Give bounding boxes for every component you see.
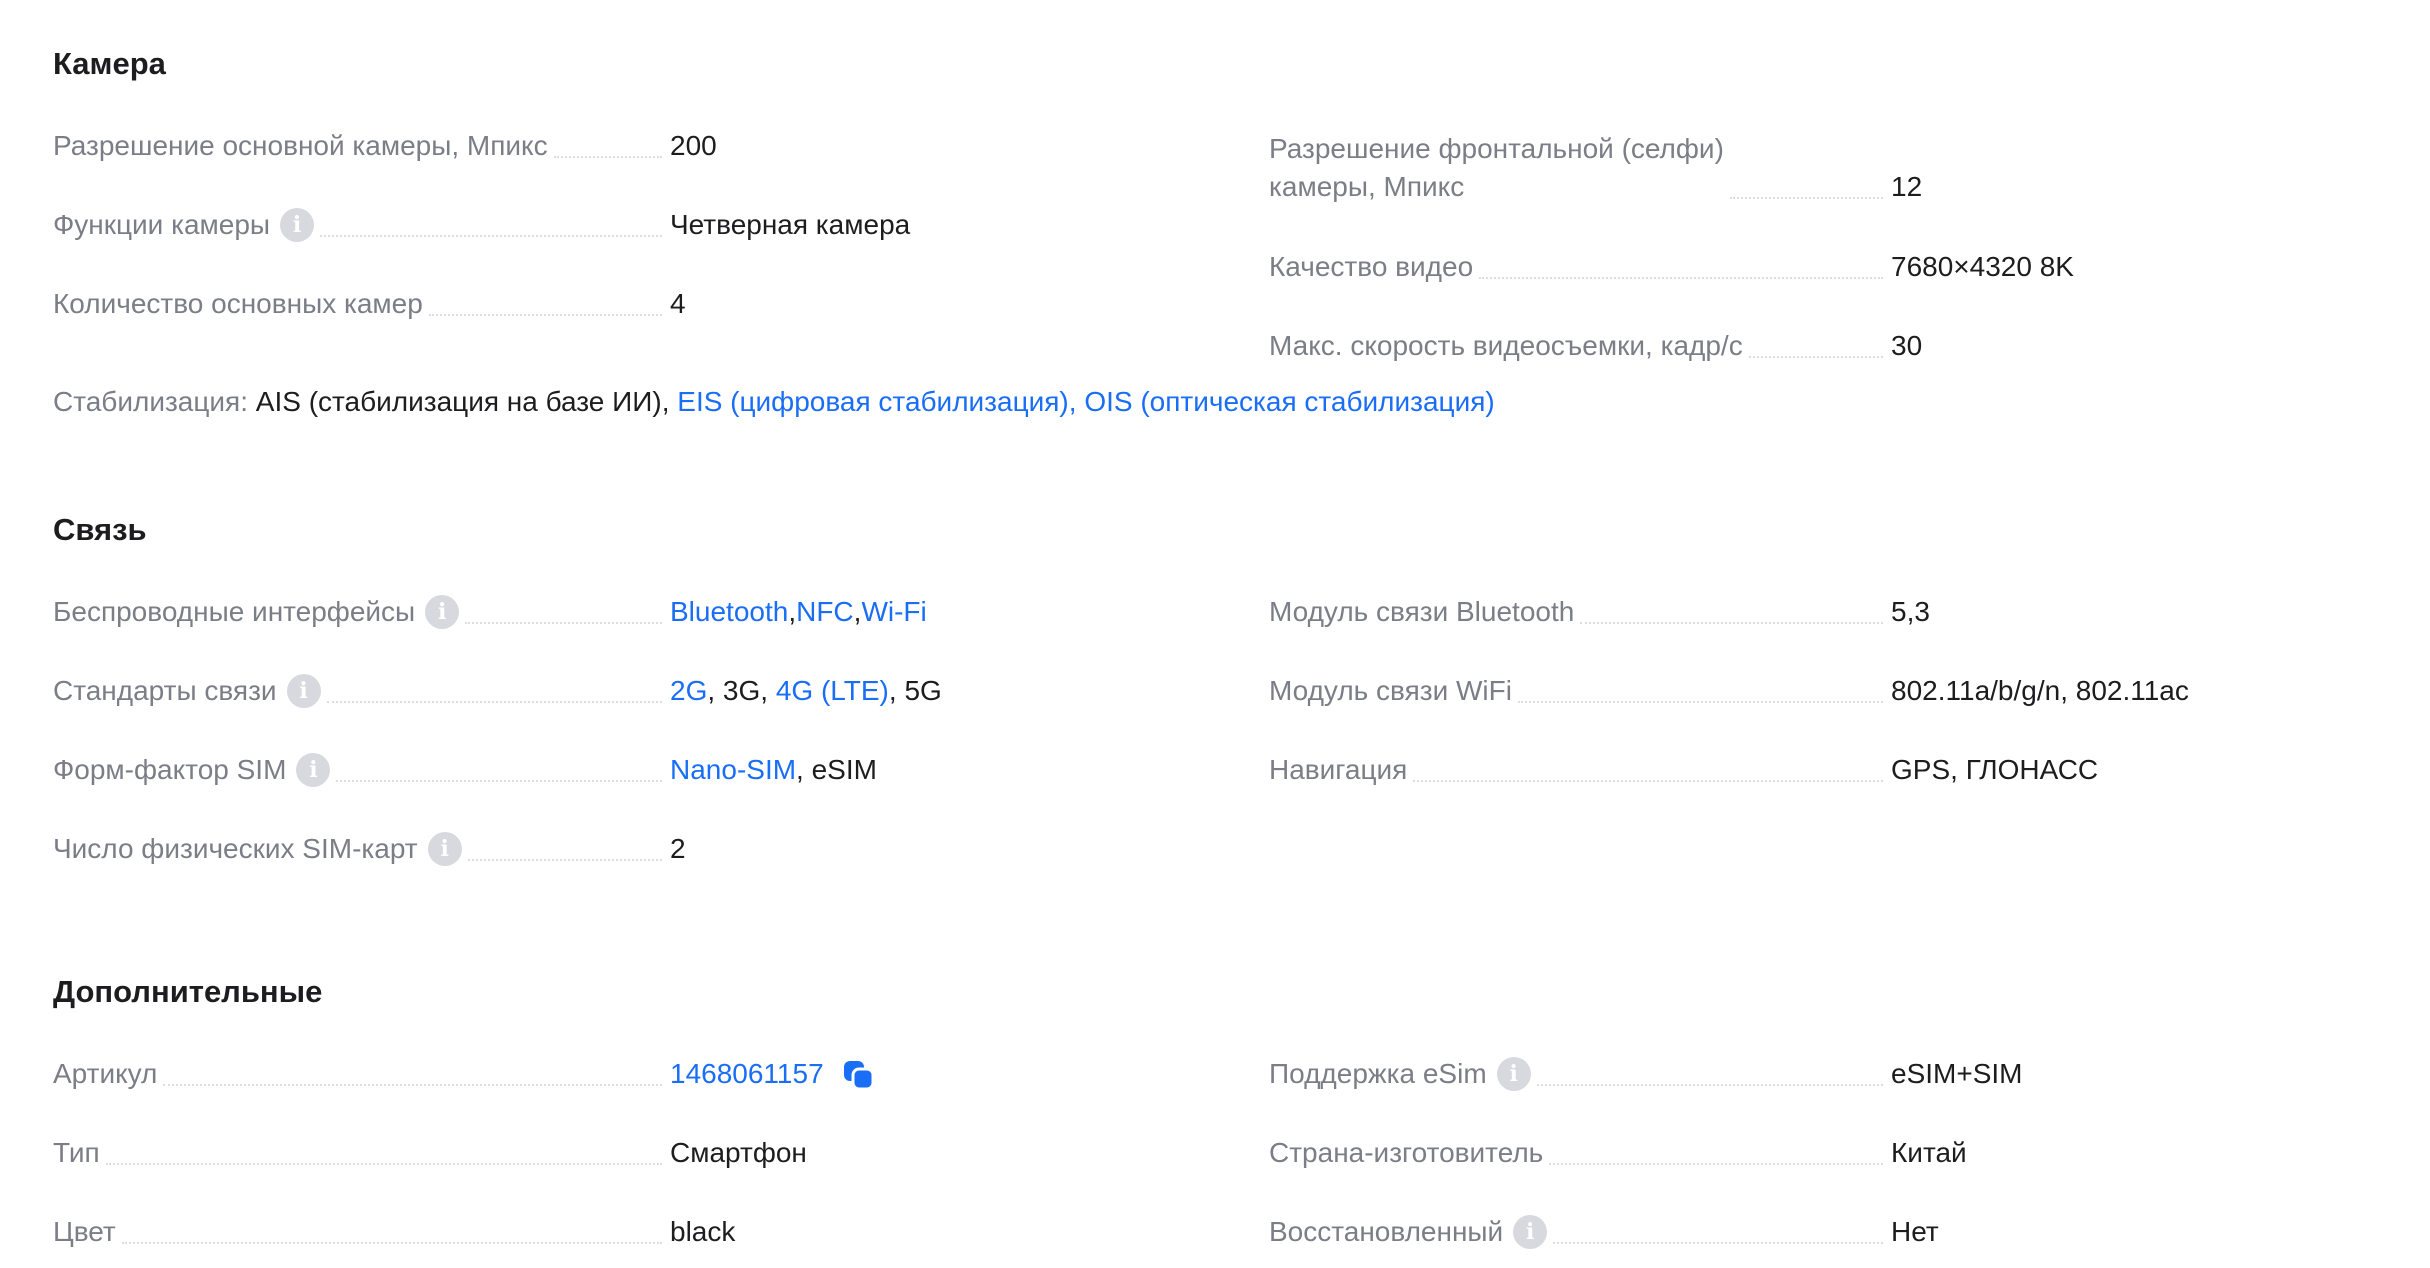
spec-row-country: Страна-изготовитель Китай	[1269, 1132, 1967, 1172]
spec-label: Стандарты связи i	[53, 672, 321, 710]
spec-row-front-camera-res: Разрешение фронтальной (селфи) камеры, М…	[1269, 133, 1922, 206]
spec-value: Bluetooth, NFC, Wi-Fi	[670, 593, 927, 631]
dotted-leader	[1517, 701, 1883, 703]
section-title-camera: Камера	[53, 46, 166, 81]
dotted-leader	[163, 1084, 662, 1086]
spec-label: Форм-фактор SIM i	[53, 751, 331, 789]
spec-value: 2G, 3G, 4G (LTE), 5G	[670, 672, 942, 710]
dotted-leader	[1580, 622, 1883, 624]
spec-label: Модуль связи Bluetooth	[1269, 596, 1575, 627]
spec-label: Артикул	[53, 1058, 158, 1089]
info-icon[interactable]: i	[427, 832, 462, 866]
spec-row-camera-functions: Функции камеры i Четверная камера	[53, 204, 910, 244]
spec-row-video-quality: Качество видео 7680×4320 8K	[1269, 246, 2074, 286]
info-icon[interactable]: i	[280, 208, 315, 242]
spec-row-main-camera-count: Количество основных камер 4	[53, 283, 686, 323]
spec-label: Тип	[53, 1137, 100, 1168]
spec-value: 1468061157	[670, 1055, 876, 1093]
spec-row-color: Цвет black	[53, 1211, 735, 1251]
dotted-leader	[1549, 1163, 1883, 1165]
dotted-leader	[1479, 277, 1883, 279]
link-2g[interactable]: 2G	[670, 672, 707, 710]
dotted-leader	[320, 235, 662, 237]
spec-label: Разрешение основной камеры, Мпикс	[53, 130, 548, 161]
spec-row-main-camera-res: Разрешение основной камеры, Мпикс 200	[53, 125, 717, 165]
link-nano-sim[interactable]: Nano-SIM	[670, 751, 796, 789]
spec-row-max-fps: Макс. скорость видеосъемки, кадр/с 30	[1269, 325, 1922, 365]
spec-row-wireless: Беспроводные интерфейсы i Bluetooth, NFC,…	[53, 591, 927, 631]
info-icon[interactable]: i	[1496, 1057, 1531, 1091]
spec-value-link[interactable]: 2	[670, 830, 686, 868]
section-title-connection: Связь	[53, 512, 147, 547]
stabilization-label: Стабилизация:	[53, 386, 248, 417]
spec-row-bluetooth-module: Модуль связи Bluetooth 5,3	[1269, 591, 1930, 631]
spec-value: eSIM+SIM	[1891, 1058, 2023, 1089]
dotted-leader	[465, 622, 662, 624]
dotted-leader	[1729, 197, 1883, 199]
dotted-leader	[336, 780, 662, 782]
spec-label: Разрешение фронтальной (селфи) камеры, М…	[1269, 133, 1724, 202]
stabilization-value-ais: AIS (стабилизация на базе ИИ),	[255, 386, 670, 417]
spec-label: Макс. скорость видеосъемки, кадр/с	[1269, 330, 1743, 361]
spec-label: Число физических SIM-карт i	[53, 830, 462, 868]
dotted-leader	[326, 701, 662, 703]
spec-value: 5,3	[1891, 596, 1930, 627]
spec-row-standards: Стандарты связи i 2G, 3G, 4G (LTE), 5G	[53, 670, 942, 710]
dotted-leader	[467, 859, 662, 861]
spec-value: 802.11a/b/g/n, 802.11ac	[1891, 675, 2189, 706]
spec-label: Восстановленный i	[1269, 1213, 1548, 1251]
section-title-extra: Дополнительные	[53, 974, 323, 1009]
spec-label: Страна-изготовитель	[1269, 1137, 1544, 1168]
spec-label: Качество видео	[1269, 251, 1474, 282]
dotted-leader	[428, 314, 662, 316]
spec-row-phys-sim: Число физических SIM-карт i 2	[53, 828, 686, 868]
link-bluetooth[interactable]: Bluetooth	[670, 593, 788, 631]
spec-value: 7680×4320 8K	[1891, 251, 2074, 282]
spec-value: black	[670, 1216, 736, 1247]
spec-label: Беспроводные интерфейсы i	[53, 593, 460, 631]
dotted-leader	[121, 1242, 662, 1244]
link-4g[interactable]: 4G (LTE)	[776, 672, 889, 710]
spec-label: Модуль связи WiFi	[1269, 675, 1512, 706]
spec-label: Количество основных камер	[53, 288, 423, 319]
stabilization-link-ois[interactable]: OIS (оптическая стабилизация)	[1084, 386, 1494, 417]
spec-value: Четверная камера	[670, 209, 911, 240]
spec-label: Поддержка eSim i	[1269, 1055, 1531, 1093]
link-wifi[interactable]: Wi-Fi	[861, 593, 926, 631]
copy-icon[interactable]	[842, 1057, 876, 1091]
spec-row-wifi-module: Модуль связи WiFi 802.11a/b/g/n, 802.11a…	[1269, 670, 2189, 710]
spec-row-esim: Поддержка eSim i eSIM+SIM	[1269, 1053, 2022, 1093]
spec-value-link[interactable]: GPS, ГЛОНАСС	[1891, 751, 2098, 789]
spec-row-refurbished: Восстановленный i Нет	[1269, 1211, 1939, 1251]
dotted-leader	[1413, 780, 1883, 782]
spec-value: 12	[1891, 171, 1923, 202]
info-icon[interactable]: i	[286, 674, 321, 708]
dotted-leader	[1553, 1242, 1883, 1244]
spec-row-article: Артикул 1468061157	[53, 1053, 875, 1093]
spec-row-navigation: Навигация GPS, ГЛОНАСС	[1269, 749, 2098, 789]
link-nfc[interactable]: NFC	[796, 593, 854, 631]
spec-label: Функции камеры i	[53, 206, 315, 244]
spec-value: 200	[670, 130, 717, 161]
spec-value-link[interactable]: 4	[670, 285, 686, 323]
info-icon[interactable]: i	[296, 753, 331, 787]
spec-label: Навигация	[1269, 754, 1408, 785]
spec-value: Нет	[1891, 1216, 1939, 1247]
spec-value: Смартфон	[670, 1137, 807, 1168]
spec-value: 30	[1891, 330, 1923, 361]
dotted-leader	[105, 1163, 662, 1165]
dotted-leader	[553, 156, 662, 158]
spec-row-type: Тип Смартфон	[53, 1132, 807, 1172]
spec-value-link[interactable]: Китай	[1891, 1134, 1967, 1172]
spec-label: Цвет	[53, 1216, 116, 1247]
spec-row-sim-form: Форм-фактор SIM i Nano-SIM, eSIM	[53, 749, 877, 789]
stabilization-line: Стабилизация: AIS (стабилизация на базе …	[53, 382, 1495, 422]
dotted-leader	[1536, 1084, 1883, 1086]
info-icon[interactable]: i	[425, 595, 460, 629]
article-number-link[interactable]: 1468061157	[670, 1055, 824, 1093]
dotted-leader	[1748, 356, 1883, 358]
info-icon[interactable]: i	[1513, 1215, 1548, 1249]
spec-value: Nano-SIM, eSIM	[670, 751, 877, 789]
stabilization-link-eis[interactable]: EIS (цифровая стабилизация),	[677, 386, 1076, 417]
